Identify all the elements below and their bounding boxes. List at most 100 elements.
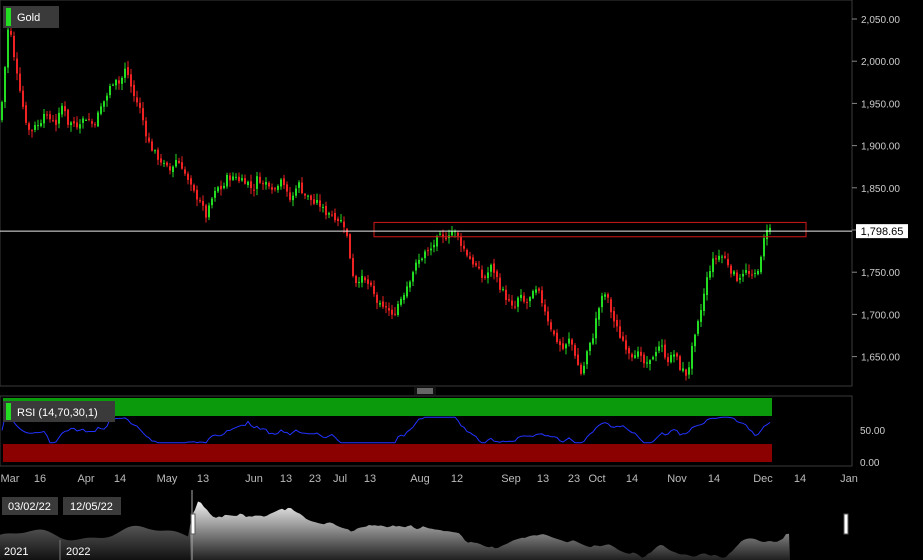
candle-body <box>229 175 231 181</box>
candle-body <box>616 320 618 327</box>
candle-body <box>178 160 180 163</box>
candle-body <box>754 272 756 274</box>
candle-body <box>127 67 129 76</box>
candle-body <box>682 368 684 371</box>
candle-body <box>517 297 519 307</box>
candle-body <box>286 184 288 192</box>
candle-body <box>406 286 408 297</box>
candle-body <box>538 288 540 291</box>
candle-body <box>721 256 723 258</box>
candle-body <box>166 162 168 166</box>
candle-body <box>544 304 546 312</box>
navigator-start-date: 03/02/22 <box>8 501 51 513</box>
candle-body <box>397 303 399 315</box>
candle-body <box>580 364 582 374</box>
candle-body <box>292 195 294 201</box>
candle-body <box>427 250 429 252</box>
candle-body <box>385 306 387 308</box>
candle-body <box>514 306 516 308</box>
candle-body <box>208 205 210 218</box>
x-tick-label: Jan <box>840 473 858 485</box>
candle-body <box>487 272 489 279</box>
candle-body <box>244 178 246 184</box>
x-tick-label: 14 <box>114 473 126 485</box>
candle-body <box>634 355 636 358</box>
x-tick-label: May <box>157 473 178 485</box>
x-tick-label: Jul <box>333 473 347 485</box>
candle-body <box>499 277 501 290</box>
candle-body <box>583 365 585 374</box>
candle-body <box>100 106 102 114</box>
candle-body <box>433 244 435 248</box>
x-tick-label: 13 <box>364 473 376 485</box>
candle-body <box>7 29 9 68</box>
navigator[interactable]: 03/02/22 12/05/22 2021 2022 <box>0 490 852 560</box>
y-tick-label: 2,050.00 <box>861 15 900 26</box>
candle-body <box>547 311 549 322</box>
candle-body <box>73 121 75 124</box>
instrument-label[interactable]: Gold <box>3 6 59 28</box>
candle-body <box>328 213 330 215</box>
candle-body <box>160 158 162 163</box>
candle-body <box>502 289 504 291</box>
candle-body <box>577 354 579 365</box>
candle-body <box>379 303 381 305</box>
candle-body <box>688 367 690 375</box>
candle-body <box>142 108 144 121</box>
candle-body <box>82 118 84 123</box>
candle-body <box>58 112 60 124</box>
candle-body <box>667 357 669 363</box>
candle-body <box>520 294 522 298</box>
candle-body <box>382 301 384 307</box>
candle-body <box>169 166 171 171</box>
candle-body <box>742 273 744 277</box>
candle-body <box>52 120 54 122</box>
rsi-label[interactable]: RSI (14,70,30,1) <box>3 401 115 422</box>
candle-body <box>175 159 177 167</box>
candle-body <box>376 294 378 303</box>
candle-body <box>13 35 15 58</box>
candle-body <box>211 198 213 206</box>
candle-body <box>85 119 87 121</box>
candle-body <box>439 233 441 235</box>
candle-body <box>394 313 396 315</box>
candle-body <box>649 360 651 365</box>
candle-body <box>535 289 537 293</box>
candle-body <box>484 276 486 278</box>
candle-body <box>343 221 345 228</box>
candle-body <box>103 101 105 107</box>
candle-body <box>739 277 741 280</box>
candle-body <box>637 351 639 357</box>
candle-body <box>553 330 555 335</box>
candle-body <box>67 109 69 125</box>
candle-body <box>640 351 642 356</box>
candle-body <box>76 122 78 128</box>
candle-body <box>223 185 225 189</box>
instrument-color-marker <box>6 8 11 26</box>
candle-body <box>478 266 480 269</box>
candle-body <box>598 308 600 320</box>
candle-body <box>70 122 72 126</box>
candle-body <box>262 183 264 185</box>
candle-body <box>280 179 282 187</box>
panel-splitter-handle[interactable] <box>414 387 436 395</box>
x-tick-label: 14 <box>794 473 806 485</box>
candle-body <box>631 354 633 358</box>
candle-body <box>97 112 99 127</box>
candle-body <box>157 149 159 160</box>
candle-body <box>421 258 423 260</box>
candle-body <box>139 102 141 108</box>
candle-body <box>757 270 759 275</box>
navigator-left-handle[interactable] <box>190 513 196 535</box>
candle-body <box>511 300 513 306</box>
candle-body <box>400 298 402 305</box>
x-tick-label: Mar <box>1 473 20 485</box>
candle-body <box>727 259 729 266</box>
rsi-level-50: 50.00 <box>860 426 885 437</box>
candle-body <box>349 234 351 259</box>
y-tick-label: 1,700.00 <box>861 310 900 321</box>
candle-body <box>388 308 390 311</box>
navigator-right-handle[interactable] <box>843 513 849 535</box>
candle-body <box>541 290 543 304</box>
candle-body <box>43 113 45 124</box>
